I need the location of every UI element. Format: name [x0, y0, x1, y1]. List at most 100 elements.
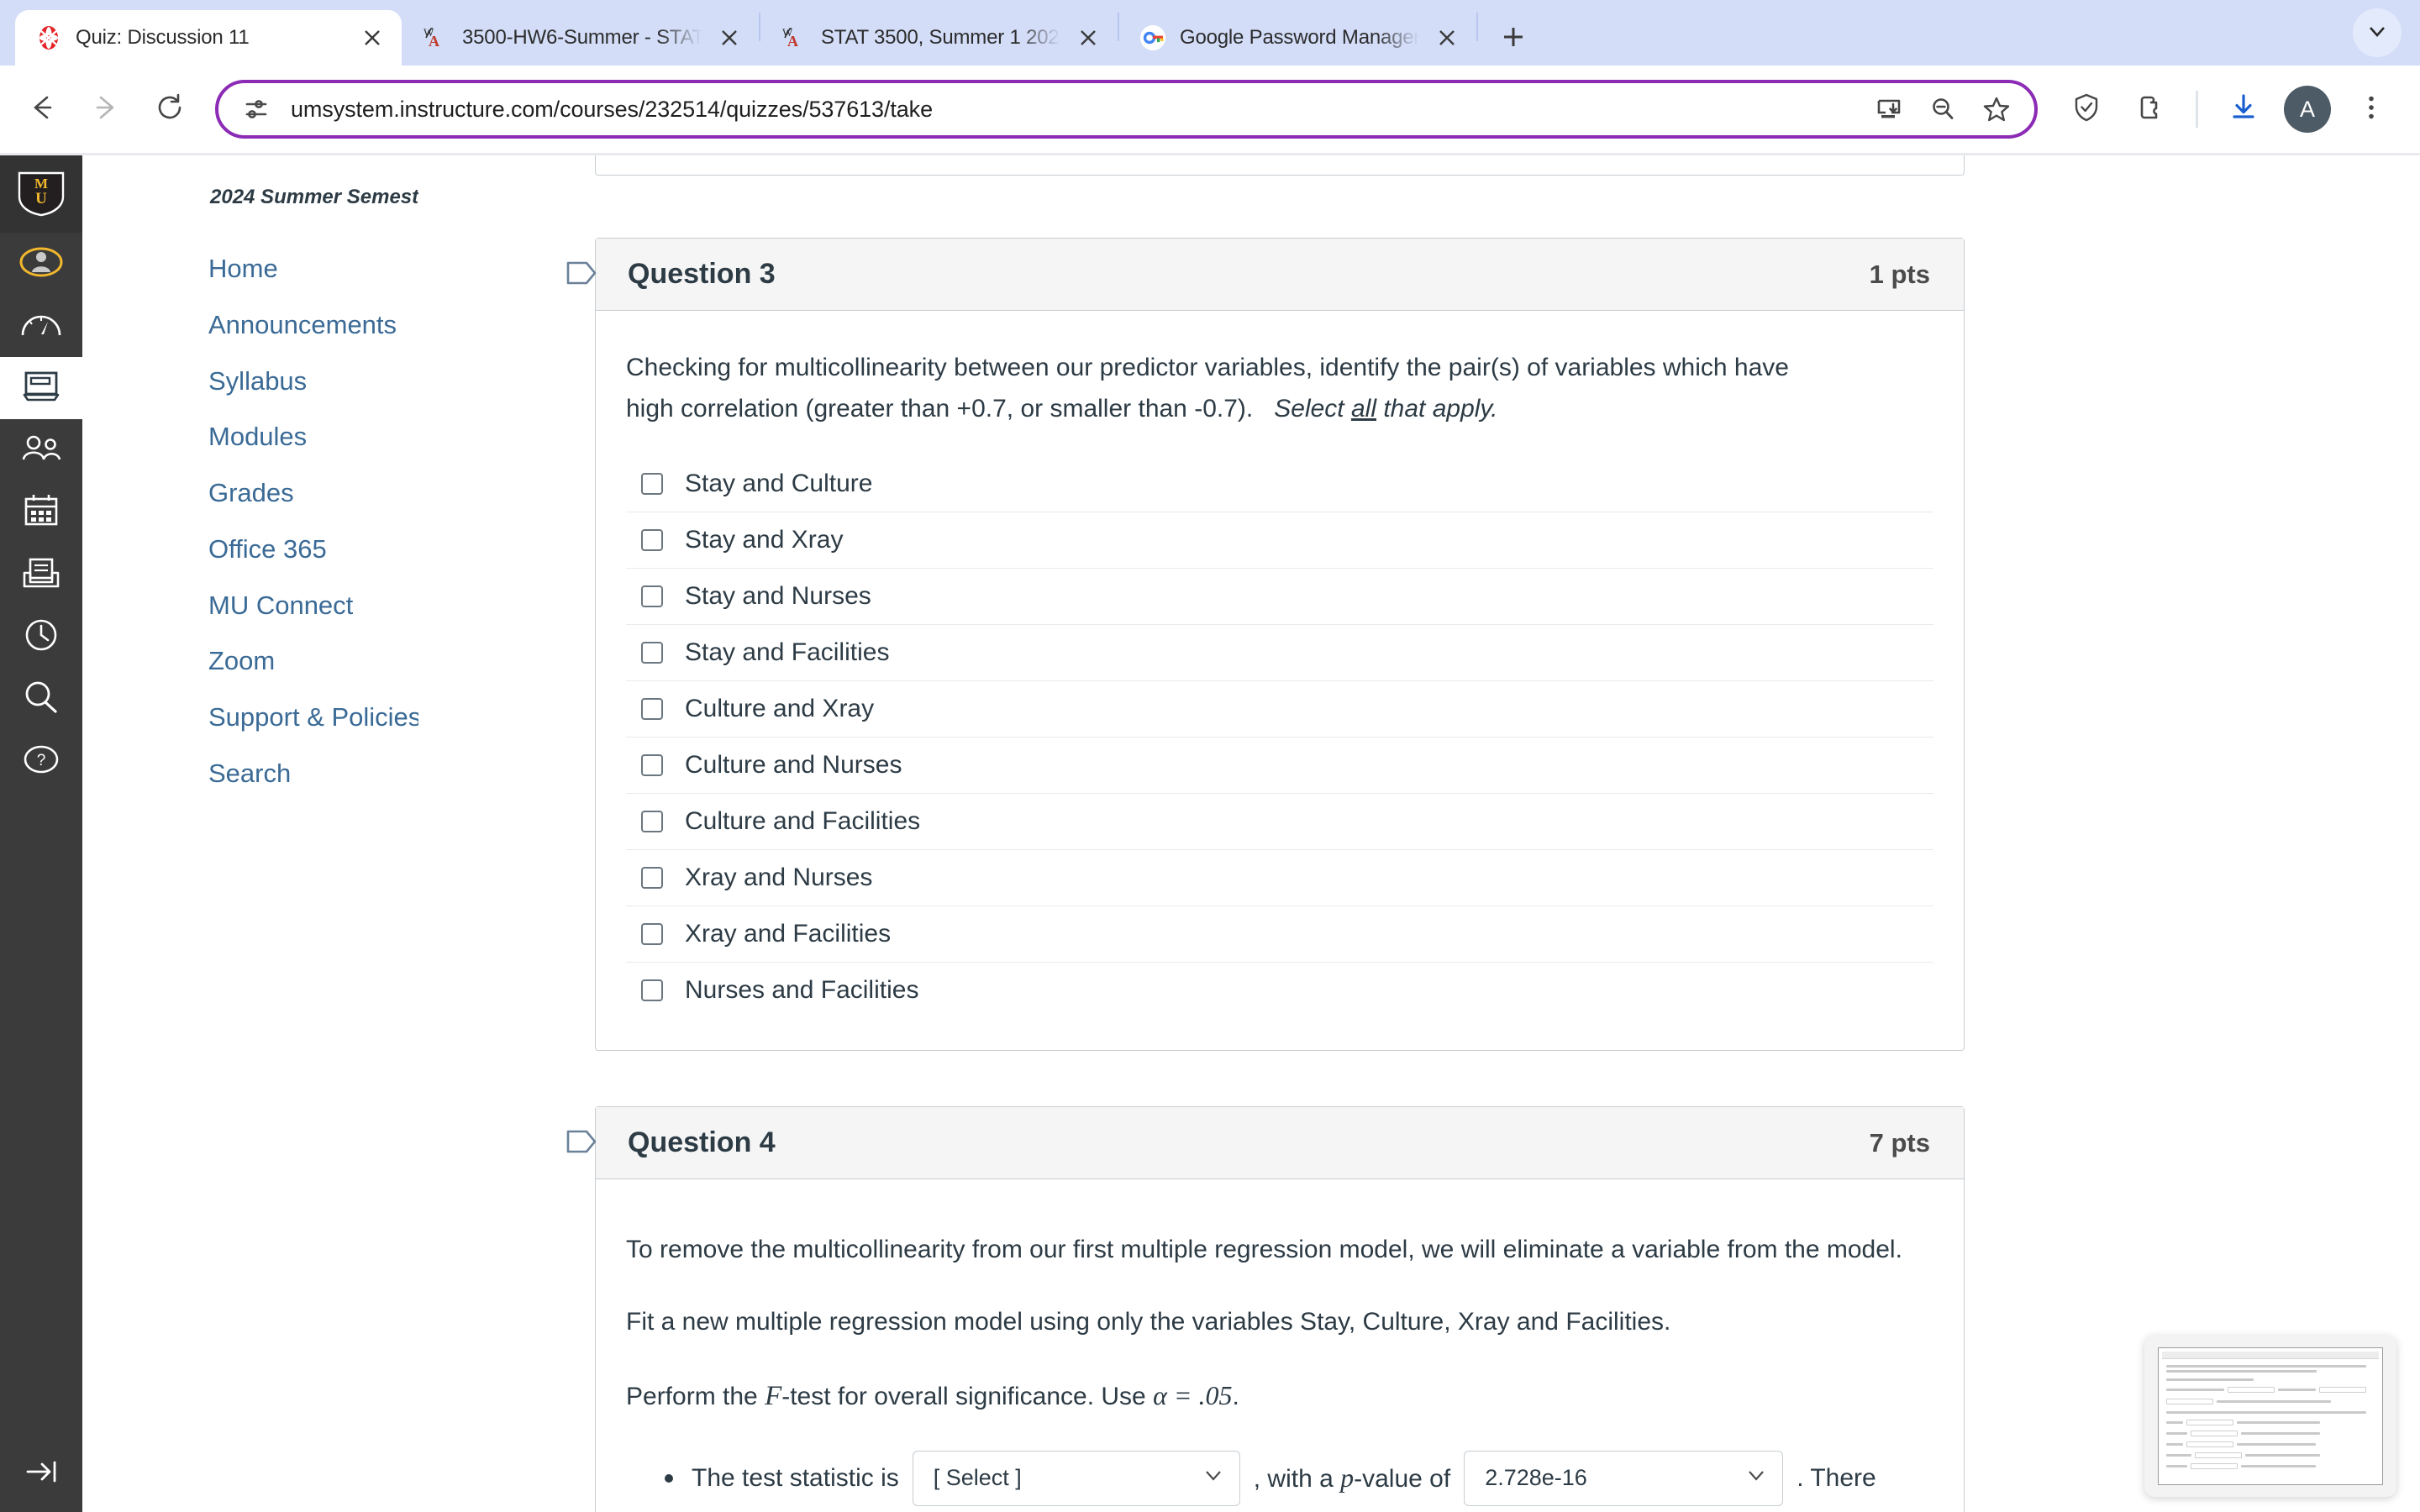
canvas-global-nav: M U ?: [0, 155, 82, 1512]
checkbox-icon[interactable]: [641, 867, 663, 890]
browser-tab-2[interactable]: W A 3500-HW6-Summer - STAT 3: [402, 10, 759, 66]
close-icon[interactable]: [715, 24, 744, 52]
sidebar-item-account[interactable]: [0, 233, 82, 295]
sidebar-item-dashboard[interactable]: [0, 295, 82, 357]
address-bar[interactable]: umsystem.instructure.com/courses/232514/…: [215, 80, 2038, 139]
new-tab-button[interactable]: [1491, 15, 1535, 59]
browser-tab-active[interactable]: Quiz: Discussion 11: [15, 10, 402, 66]
checkbox-icon[interactable]: [641, 642, 663, 664]
sidebar-item-history[interactable]: [0, 606, 82, 668]
answer-option[interactable]: Xray and Nurses: [626, 850, 1933, 907]
sidebar-item-inbox[interactable]: [0, 543, 82, 606]
zoom-out-icon[interactable]: [1917, 83, 1969, 135]
answer-option[interactable]: Stay and Culture: [626, 456, 1933, 513]
mu-logo[interactable]: M U: [0, 155, 82, 233]
flag-question-icon[interactable]: [563, 1123, 600, 1160]
tab-title: Quiz: Discussion 11: [76, 26, 250, 49]
sidebar-item-help[interactable]: ?: [0, 730, 82, 792]
answer-label: Stay and Facilities: [685, 638, 890, 667]
sidebar-item-announcements[interactable]: Announcements: [82, 297, 418, 354]
question-prompt: Checking for multicollinearity between o…: [626, 348, 1836, 429]
checkbox-icon[interactable]: [641, 923, 663, 946]
canvas-icon: [35, 24, 62, 51]
answer-option[interactable]: Culture and Nurses: [626, 738, 1933, 795]
sidebar-item-mu-connect[interactable]: MU Connect: [82, 578, 418, 634]
chrome-menu-button[interactable]: [2341, 79, 2402, 139]
browser-tab-3[interactable]: W A STAT 3500, Summer 1 2024 -: [760, 10, 1118, 66]
checkbox-icon[interactable]: [641, 811, 663, 833]
screenshot-preview[interactable]: [2144, 1336, 2396, 1497]
downloads-button[interactable]: [2213, 79, 2274, 139]
answer-option[interactable]: Stay and Xray: [626, 512, 1933, 570]
tab-strip: Quiz: Discussion 11 W A 3500-HW6-Summer …: [0, 0, 2420, 66]
screenshot-preview-content: [2158, 1347, 2383, 1485]
sidebar-item-courses[interactable]: [0, 357, 82, 419]
course-nav-list-item: Modules: [82, 409, 418, 465]
close-icon[interactable]: [1433, 24, 1461, 52]
close-icon[interactable]: [358, 24, 387, 52]
sidebar-item-zoom[interactable]: Zoom: [82, 633, 418, 690]
checkbox-icon[interactable]: [641, 754, 663, 777]
reload-button[interactable]: [139, 79, 200, 139]
chevron-down-icon: [1202, 1464, 1224, 1492]
p-symbol: p: [1340, 1462, 1355, 1494]
sidebar-item-commons[interactable]: [0, 668, 82, 730]
word-doc-icon: W A: [422, 24, 449, 51]
test-statistic-line: The test statistic is [ Select ] , with …: [665, 1450, 1933, 1506]
select-value: 2.728e-16: [1485, 1465, 1587, 1491]
site-settings-icon[interactable]: [240, 93, 272, 125]
browser-tab-4[interactable]: Google Password Manager: [1119, 10, 1476, 66]
avatar[interactable]: A: [2284, 86, 2331, 133]
course-navigation: 2024 Summer Semester Home Announcements …: [82, 155, 438, 1512]
checkbox-icon[interactable]: [641, 979, 663, 1002]
answer-option[interactable]: Stay and Nurses: [626, 569, 1933, 626]
privacy-shield-button[interactable]: [2056, 79, 2117, 139]
answer-option[interactable]: Culture and Xray: [626, 681, 1933, 738]
close-icon[interactable]: [1074, 24, 1102, 52]
flag-question-icon[interactable]: [563, 255, 600, 291]
sidebar-item-support-policies[interactable]: Support & Policies: [82, 690, 421, 746]
value-of-text: -value of: [1354, 1465, 1451, 1494]
collapse-nav-button[interactable]: [0, 1435, 82, 1512]
sidebar-item-grades[interactable]: Grades: [82, 465, 418, 522]
sidebar-item-modules[interactable]: Modules: [82, 409, 418, 465]
checkbox-icon[interactable]: [641, 698, 663, 721]
answer-option[interactable]: Stay and Facilities: [626, 625, 1933, 682]
answer-option[interactable]: Xray and Facilities: [626, 906, 1933, 963]
prompt-select-text: Select: [1274, 394, 1351, 423]
question-paragraph-1: To remove the multicollinearity from our…: [626, 1236, 1902, 1264]
course-nav-list-item: Support & Policies: [82, 690, 421, 746]
preview-select: [2186, 1420, 2233, 1425]
checkbox-icon[interactable]: [641, 473, 663, 496]
sidebar-item-home[interactable]: Home: [82, 241, 418, 297]
back-button[interactable]: [12, 79, 72, 139]
svg-text:?: ?: [37, 752, 46, 769]
tab-search-button[interactable]: [2353, 8, 2402, 57]
tab-title: 3500-HW6-Summer - STAT 3: [462, 26, 702, 49]
sidebar-item-groups[interactable]: [0, 419, 82, 481]
p-value-select[interactable]: 2.728e-16: [1464, 1450, 1784, 1506]
bookmark-star-icon[interactable]: [1970, 83, 2023, 135]
preview-line: [2244, 1454, 2321, 1457]
quiz-content-area: Question 3 1 pts Checking for multicolli…: [418, 155, 2420, 1512]
extensions-button[interactable]: [2120, 79, 2181, 139]
sidebar-item-search[interactable]: Search: [82, 746, 418, 802]
question-points: 1 pts: [1869, 259, 1930, 289]
quiz-form: Question 3 1 pts Checking for multicolli…: [566, 155, 1965, 1512]
reload-icon: [154, 92, 186, 128]
checkbox-icon[interactable]: [641, 529, 663, 552]
avatar-initial: A: [2299, 96, 2315, 122]
checkbox-icon[interactable]: [641, 585, 663, 608]
forward-button[interactable]: [76, 79, 136, 139]
sidebar-item-calendar[interactable]: [0, 481, 82, 543]
arrow-right-to-line-icon: [21, 1455, 61, 1493]
install-app-icon[interactable]: [1863, 83, 1915, 135]
answer-option[interactable]: Culture and Facilities: [626, 794, 1933, 851]
test-statistic-select[interactable]: [ Select ]: [912, 1450, 1240, 1506]
sidebar-item-office365[interactable]: Office 365: [82, 522, 418, 578]
answer-option[interactable]: Nurses and Facilities: [626, 963, 1933, 1018]
account-avatar-icon: [19, 244, 63, 285]
sidebar-item-syllabus[interactable]: Syllabus: [82, 354, 418, 410]
preview-line: [2278, 1389, 2317, 1391]
answer-label: Culture and Nurses: [685, 751, 902, 780]
